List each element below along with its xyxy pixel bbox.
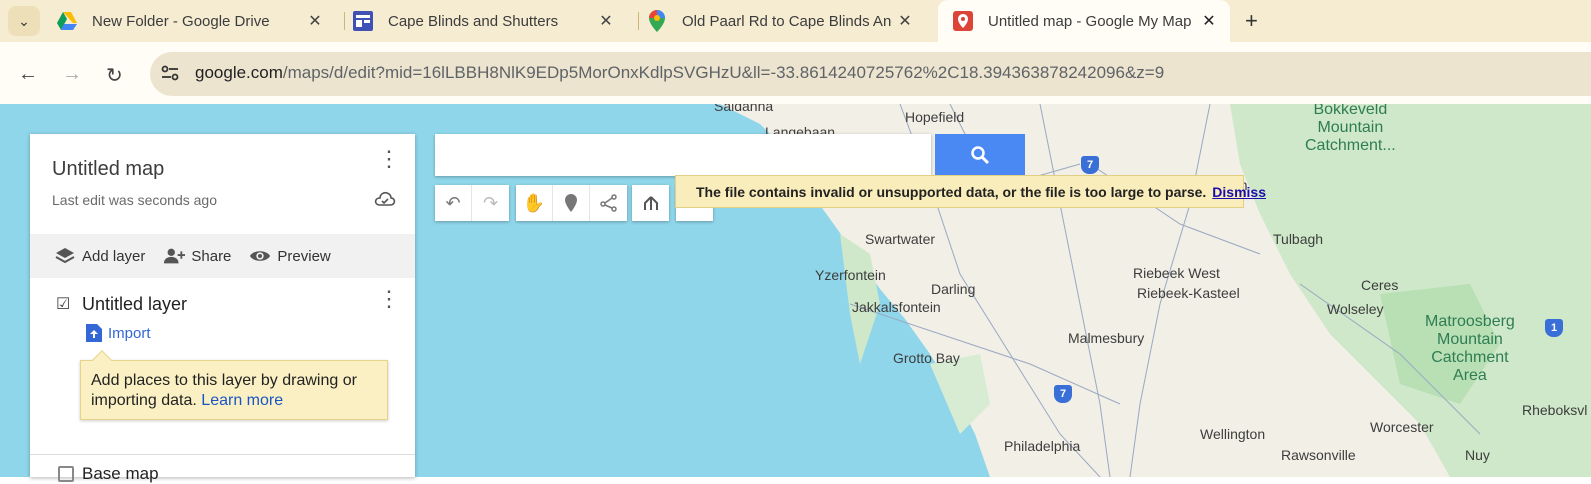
base-map-label[interactable]: Base map bbox=[82, 464, 159, 484]
map-label: Tulbagh bbox=[1273, 231, 1324, 247]
cloud-saved-icon bbox=[374, 190, 396, 210]
map-label-area: Matroosberg Mountain Catchment Area bbox=[1425, 313, 1515, 384]
share-button[interactable]: Share bbox=[163, 247, 231, 265]
close-icon[interactable]: ✕ bbox=[306, 12, 324, 30]
file-upload-icon bbox=[86, 324, 102, 342]
directions-group bbox=[632, 185, 669, 221]
panel-divider bbox=[30, 454, 415, 455]
share-label: Share bbox=[191, 247, 232, 265]
map-label: Hopefield bbox=[905, 109, 965, 125]
map-label: Wellington bbox=[1200, 426, 1266, 442]
tab-separator bbox=[638, 12, 639, 30]
my-maps-pin-icon bbox=[952, 10, 974, 32]
search-icon bbox=[971, 146, 990, 165]
layers-icon bbox=[54, 247, 76, 265]
map-search-input[interactable] bbox=[435, 134, 931, 176]
eye-icon bbox=[249, 247, 271, 265]
tab-search-button[interactable]: ⌄ bbox=[8, 6, 40, 36]
tab-label: New Folder - Google Drive bbox=[92, 12, 270, 30]
undo-redo-group: ↶ ↷ bbox=[435, 185, 509, 221]
close-icon[interactable]: ✕ bbox=[597, 12, 615, 30]
more-vert-icon[interactable]: ⋮ bbox=[378, 148, 400, 170]
map-label: Darling bbox=[931, 281, 976, 297]
close-icon[interactable]: ✕ bbox=[1200, 12, 1218, 30]
draw-tools-group: ✋ bbox=[516, 185, 627, 221]
map-label: Philadelphia bbox=[1004, 438, 1081, 454]
undo-icon[interactable]: ↶ bbox=[435, 185, 472, 221]
import-link[interactable]: Import bbox=[86, 324, 151, 342]
map-label: Saldanha bbox=[714, 104, 774, 114]
map-side-panel: Untitled map Last edit was seconds ago ⋮… bbox=[30, 134, 415, 483]
layer-visibility-checkbox[interactable]: ☑ bbox=[56, 296, 74, 314]
tab-label: Old Paarl Rd to Cape Blinds And bbox=[682, 12, 892, 30]
map-label: Riebeek West bbox=[1133, 265, 1220, 281]
close-icon[interactable]: ✕ bbox=[896, 12, 914, 30]
map-label: Malmesbury bbox=[1068, 330, 1145, 346]
route-shield: 7 bbox=[1081, 156, 1099, 174]
tab-cape-blinds[interactable]: Cape Blinds and Shutters ✕ bbox=[352, 0, 627, 42]
back-arrow-icon[interactable]: ← bbox=[18, 63, 38, 86]
site-favicon-icon bbox=[352, 10, 374, 32]
tab-directions[interactable]: Old Paarl Rd to Cape Blinds And ✕ bbox=[646, 0, 926, 42]
add-layer-label: Add layer bbox=[82, 247, 146, 265]
panel-actions: Add layer Share Preview bbox=[30, 234, 415, 278]
layer-hint-tooltip: Add places to this layer by drawing or i… bbox=[80, 350, 388, 420]
map-label: Worcester bbox=[1370, 419, 1434, 435]
url-domain: google.com bbox=[195, 63, 283, 82]
map-label: Wolseley bbox=[1327, 301, 1384, 317]
preview-label: Preview bbox=[277, 247, 331, 265]
map-title[interactable]: Untitled map bbox=[52, 158, 164, 181]
site-info-icon[interactable] bbox=[160, 64, 182, 84]
error-banner: The file contains invalid or unsupported… bbox=[675, 175, 1266, 208]
more-vert-icon[interactable]: ⋮ bbox=[378, 288, 400, 310]
route-shield: 1 bbox=[1545, 319, 1563, 337]
error-message: The file contains invalid or unsupported… bbox=[696, 184, 1207, 200]
preview-button[interactable]: Preview bbox=[249, 247, 331, 265]
add-layer-button[interactable]: Add layer bbox=[54, 247, 145, 265]
tooltip-arrow bbox=[92, 350, 112, 370]
learn-more-link[interactable]: Learn more bbox=[201, 392, 283, 409]
google-maps-icon bbox=[646, 10, 668, 32]
marker-icon[interactable] bbox=[553, 185, 590, 221]
tab-separator bbox=[344, 12, 345, 30]
map-label: Grotto Bay bbox=[893, 350, 960, 366]
tab-label: Cape Blinds and Shutters bbox=[388, 12, 559, 30]
chevron-down-icon: ⌄ bbox=[18, 12, 30, 29]
redo-icon[interactable]: ↷ bbox=[472, 185, 509, 221]
map-label: Yzerfontein bbox=[815, 267, 886, 283]
tab-drive[interactable]: New Folder - Google Drive ✕ bbox=[56, 0, 336, 42]
map-label: Rheboksvl bbox=[1522, 402, 1588, 418]
map-label: Nuy bbox=[1465, 447, 1490, 463]
forward-arrow-icon[interactable]: → bbox=[62, 63, 82, 86]
tab-my-maps[interactable]: Untitled map - Google My Map ✕ bbox=[938, 0, 1230, 42]
base-map-checkbox[interactable] bbox=[58, 466, 74, 482]
hand-icon[interactable]: ✋ bbox=[516, 185, 553, 221]
import-label: Import bbox=[108, 324, 151, 342]
directions-icon[interactable] bbox=[632, 185, 669, 221]
new-tab-icon[interactable]: + bbox=[1245, 8, 1258, 34]
draw-line-icon[interactable] bbox=[590, 185, 627, 221]
map-search-button[interactable] bbox=[935, 134, 1025, 176]
last-edit-status: Last edit was seconds ago bbox=[52, 192, 217, 208]
map-label: Ceres bbox=[1361, 277, 1399, 293]
map-label: Rawsonville bbox=[1281, 447, 1356, 463]
reload-icon[interactable]: ↻ bbox=[106, 63, 123, 88]
tab-bar: ⌄ New Folder - Google Drive ✕ Cape Blind… bbox=[0, 0, 1591, 42]
tab-label: Untitled map - Google My Map bbox=[988, 12, 1192, 30]
map-label-area: Bokkeveld Mountain Catchment... bbox=[1305, 104, 1396, 154]
url-text[interactable]: google.com/maps/d/edit?mid=16lLBBH8NlK9E… bbox=[195, 63, 1164, 83]
map-label: Jakkalsfontein bbox=[852, 299, 941, 315]
google-drive-icon bbox=[56, 10, 78, 32]
map-label: Riebeek-Kasteel bbox=[1137, 285, 1240, 301]
dismiss-link[interactable]: Dismiss bbox=[1212, 184, 1266, 200]
person-add-icon bbox=[163, 247, 186, 265]
url-path: /maps/d/edit?mid=16lLBBH8NlK9EDp5MorOnxK… bbox=[282, 63, 1165, 82]
map-label: Swartwater bbox=[865, 231, 936, 247]
layer-name[interactable]: Untitled layer bbox=[82, 294, 187, 315]
route-shield: 7 bbox=[1054, 385, 1072, 403]
